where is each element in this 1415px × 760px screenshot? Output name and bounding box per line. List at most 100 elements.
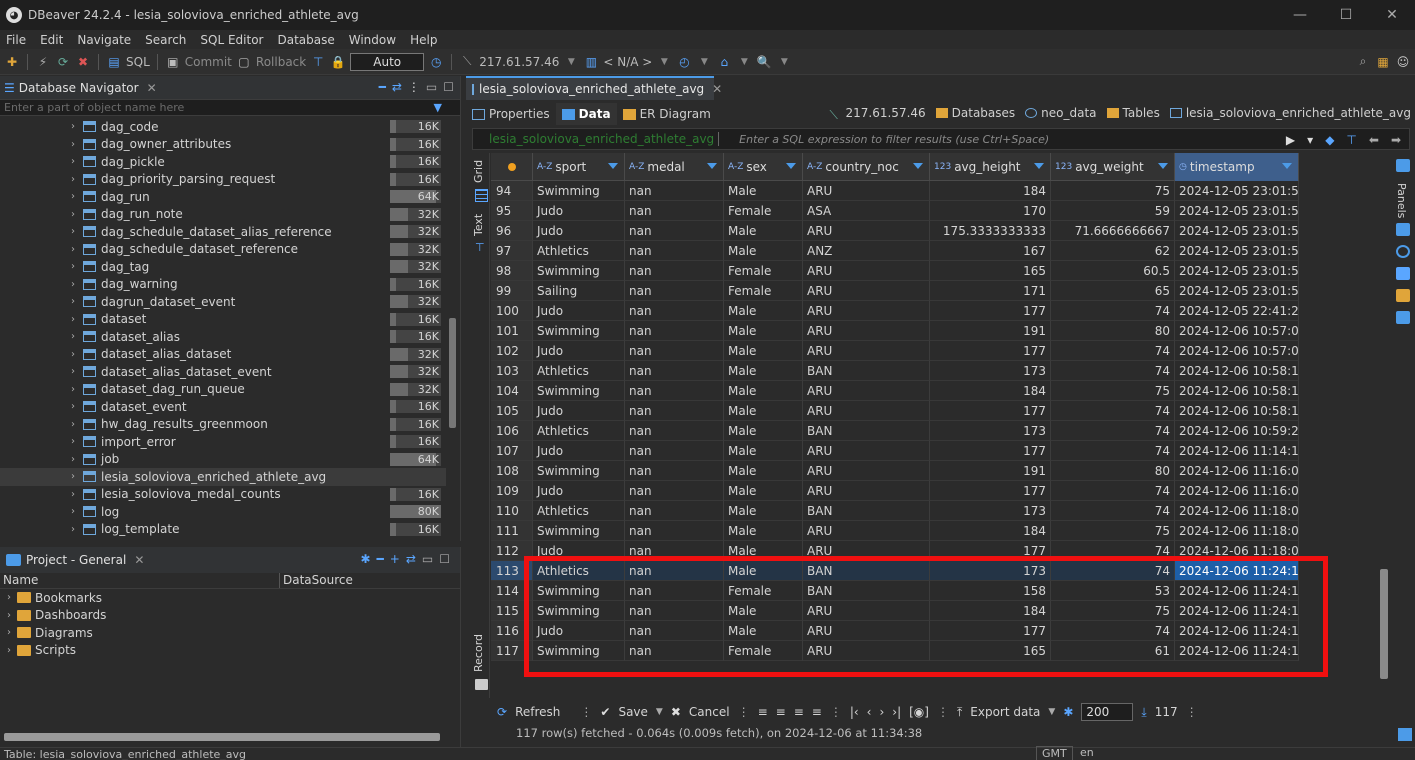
table-cell[interactable]: 75 (1051, 521, 1175, 541)
maximize-panel-icon[interactable]: ☐ (439, 552, 450, 566)
row-number-cell[interactable]: 106 (491, 421, 533, 441)
row-number-cell[interactable]: 108 (491, 461, 533, 481)
save-icon[interactable]: ✔ (600, 705, 610, 719)
connect-icon[interactable]: ⚡ (35, 54, 51, 70)
table-row[interactable]: 107 Judo nan Male ARU 177 74 2024-12-06 11:14:1… (491, 441, 1299, 461)
table-cell[interactable]: BAN (803, 421, 930, 441)
table-cell[interactable]: nan (625, 381, 724, 401)
sql-button[interactable]: SQL (126, 55, 150, 69)
table-cell[interactable]: nan (625, 281, 724, 301)
fetch-size-input[interactable]: 200 (1081, 703, 1134, 721)
chevron-down-icon[interactable]: ▼ (736, 54, 752, 70)
navigator-table-item[interactable]: › import_error 16K (0, 433, 446, 451)
navigator-table-item[interactable]: › dataset_dag_run_queue 32K (0, 381, 446, 399)
table-cell[interactable]: BAN (803, 501, 930, 521)
commit-button[interactable]: Commit (185, 55, 232, 69)
column-header-avg-height[interactable]: 123 avg_height (930, 153, 1051, 181)
column-header-country-noc[interactable]: A-Z country_noc (803, 153, 930, 181)
breadcrumb-table[interactable]: lesia_soloviova_enriched_athlete_avg (1169, 106, 1411, 120)
row-number-header[interactable] (491, 153, 533, 181)
table-cell[interactable]: 75 (1051, 381, 1175, 401)
table-cell[interactable]: ARU (803, 301, 930, 321)
close-icon[interactable]: ✕ (712, 82, 722, 96)
table-cell[interactable]: 177 (930, 301, 1051, 321)
table-cell[interactable]: nan (625, 441, 724, 461)
table-cell[interactable]: 74 (1051, 501, 1175, 521)
panels-icon[interactable] (1396, 159, 1410, 172)
table-cell[interactable]: Swimming (533, 321, 625, 341)
table-cell[interactable]: nan (625, 301, 724, 321)
menu-help[interactable]: Help (404, 33, 445, 47)
chevron-down-icon[interactable]: ▼ (776, 54, 792, 70)
filter-icon[interactable]: ▼ (434, 101, 442, 114)
sort-icon[interactable] (608, 163, 618, 169)
table-cell[interactable]: Athletics (533, 241, 625, 261)
table-cell[interactable]: 177 (930, 481, 1051, 501)
table-cell[interactable]: 175.3333333333 (930, 221, 1051, 241)
table-row[interactable]: 94 Swimming nan Male ARU 184 75 2024-12-05 23:0… (491, 181, 1299, 201)
table-cell[interactable]: 74 (1051, 481, 1175, 501)
column-header-medal[interactable]: A-Z medal (625, 153, 724, 181)
table-row[interactable]: 102 Judo nan Male ARU 177 74 2024-12-06 10:57:0… (491, 341, 1299, 361)
table-cell[interactable]: Male (724, 461, 803, 481)
dashboard-icon[interactable]: ◴ (676, 54, 692, 70)
chevron-right-icon[interactable]: › (71, 209, 75, 220)
table-cell[interactable]: ANZ (803, 241, 930, 261)
navigator-table-item[interactable]: › dataset_alias 16K (0, 328, 446, 346)
table-cell[interactable]: 2024-12-06 11:14:13 (1175, 441, 1299, 461)
apply-filter-icon[interactable]: ▶ (1286, 133, 1295, 147)
menu-search[interactable]: Search (139, 33, 194, 47)
table-cell[interactable]: Male (724, 521, 803, 541)
table-cell[interactable]: Swimming (533, 461, 625, 481)
row-number-cell[interactable]: 101 (491, 321, 533, 341)
table-cell[interactable]: Athletics (533, 421, 625, 441)
table-row[interactable]: 111 Swimming nan Male ARU 184 75 2024-12-06 11:… (491, 521, 1299, 541)
table-row[interactable]: 101 Swimming nan Male ARU 191 80 2024-12-06 10:… (491, 321, 1299, 341)
table-cell[interactable]: Sailing (533, 281, 625, 301)
sql-editor-icon[interactable]: ▤ (106, 54, 122, 70)
table-cell[interactable]: 60.5 (1051, 261, 1175, 281)
table-cell[interactable]: 170 (930, 201, 1051, 221)
user-avatar-icon[interactable]: ☺ (1395, 54, 1411, 70)
table-cell[interactable]: nan (625, 221, 724, 241)
table-cell[interactable]: 177 (930, 441, 1051, 461)
sort-icon[interactable] (1282, 163, 1292, 169)
table-cell[interactable]: Judo (533, 221, 625, 241)
schema-icon[interactable]: ▥ (583, 54, 599, 70)
table-cell[interactable]: Judo (533, 341, 625, 361)
menu-file[interactable]: File (0, 33, 34, 47)
table-cell[interactable]: ARU (803, 521, 930, 541)
history-icon[interactable]: ◷ (428, 54, 444, 70)
table-cell[interactable]: 2024-12-06 10:57:02 (1175, 341, 1299, 361)
table-cell[interactable]: ARU (803, 341, 930, 361)
chevron-right-icon[interactable]: › (71, 401, 75, 412)
chevron-right-icon[interactable]: › (71, 384, 75, 395)
table-cell[interactable]: ARU (803, 381, 930, 401)
table-cell[interactable]: Male (724, 361, 803, 381)
add-icon[interactable]: + (390, 552, 400, 566)
row-number-cell[interactable]: 109 (491, 481, 533, 501)
table-cell[interactable]: BAN (803, 361, 930, 381)
table-cell[interactable]: ARU (803, 181, 930, 201)
export-icon[interactable]: ⤒ (957, 705, 962, 720)
maximize-panel-icon[interactable]: ☐ (443, 80, 454, 94)
collapse-all-icon[interactable]: ━ (379, 80, 386, 94)
table-cell[interactable]: 75 (1051, 181, 1175, 201)
table-cell[interactable]: 2024-12-06 10:59:22 (1175, 421, 1299, 441)
save-button[interactable]: Save (618, 705, 647, 719)
row-number-cell[interactable]: 107 (491, 441, 533, 461)
table-cell[interactable]: Male (724, 221, 803, 241)
scrollbar-thumb[interactable] (1380, 569, 1388, 679)
chevron-right-icon[interactable]: › (7, 645, 17, 656)
table-cell[interactable]: Swimming (533, 261, 625, 281)
maximize-button[interactable]: ☐ (1323, 0, 1369, 30)
table-cell[interactable]: Judo (533, 441, 625, 461)
breadcrumb-connection[interactable]: ⟍ 217.61.57.46 (830, 106, 926, 122)
table-cell[interactable]: Swimming (533, 181, 625, 201)
chevron-right-icon[interactable]: › (71, 121, 75, 132)
table-cell[interactable]: 74 (1051, 401, 1175, 421)
table-cell[interactable]: 62 (1051, 241, 1175, 261)
table-cell[interactable]: 167 (930, 241, 1051, 261)
table-cell[interactable]: 2024-12-05 23:01:52 (1175, 201, 1299, 221)
table-cell[interactable]: nan (625, 341, 724, 361)
